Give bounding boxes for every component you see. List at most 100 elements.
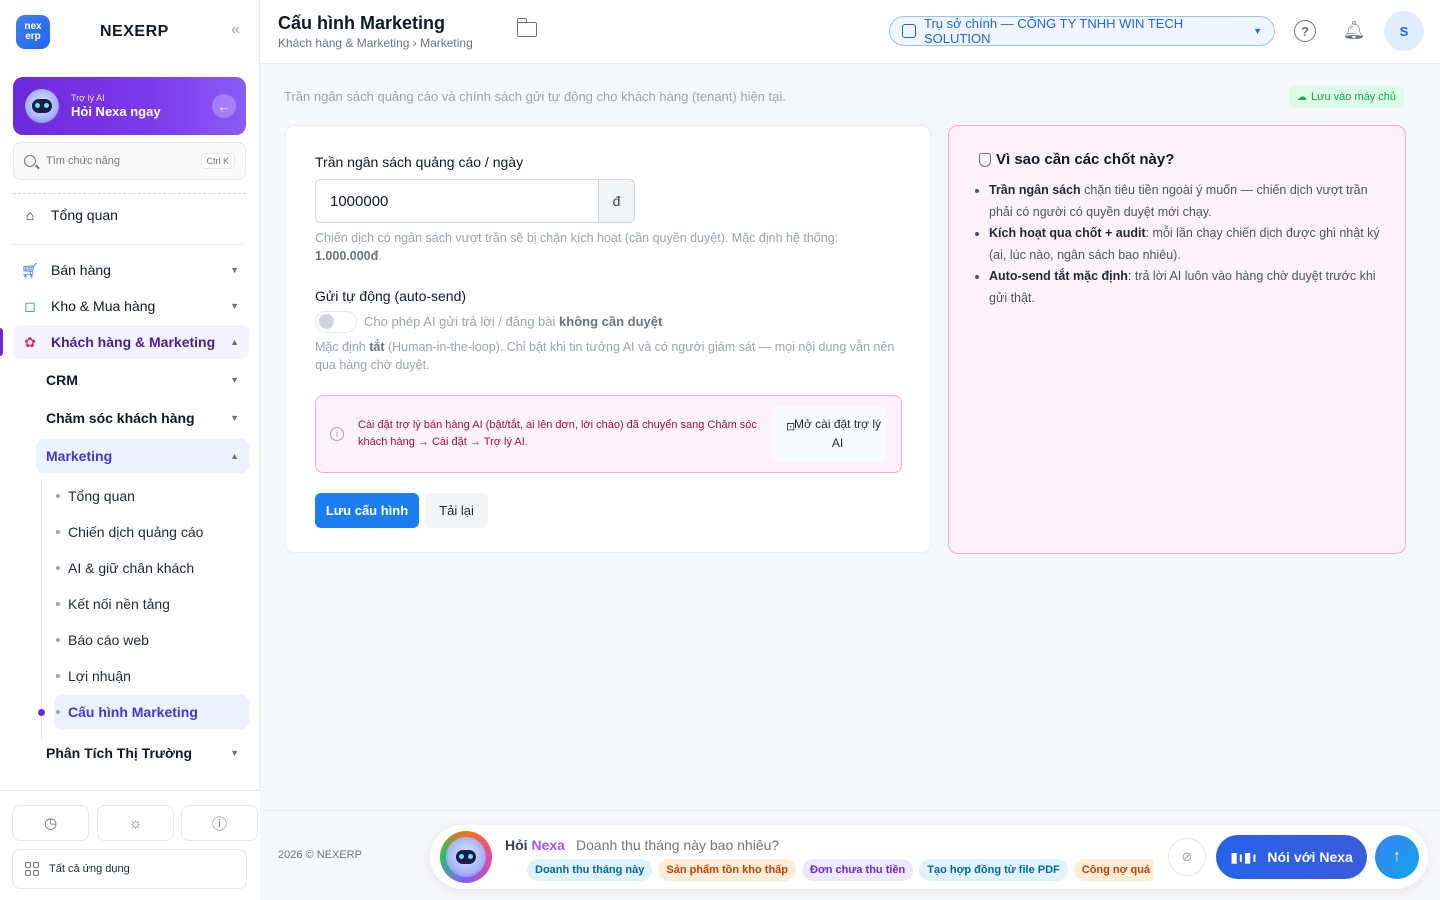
sidebar-leaf-overview[interactable]: Tổng quan [54, 479, 249, 513]
divider [13, 193, 246, 194]
ask-label: Hỏi Nexa [505, 837, 565, 853]
sidebar-item-inventory[interactable]: ◻ Kho & Mua hàng ▼ [13, 289, 249, 323]
suggestion-chip[interactable]: Tạo hợp đồng từ file PDF [919, 859, 1068, 881]
sidebar-subitem-customer-care[interactable]: Chăm sóc khách hàng ▼ [36, 401, 249, 435]
shield-icon [979, 152, 991, 167]
building-icon [902, 24, 916, 38]
tenant-label: Trụ sở chính — CÔNG TY TNHH WIN TECH SOL… [924, 16, 1184, 46]
alert-button[interactable]: ⓘ [181, 805, 258, 841]
sidebar-subitem-crm[interactable]: CRM ▼ [36, 363, 249, 397]
sidebar-leaf-ai-retention[interactable]: AI & giữ chân khách [54, 551, 249, 585]
why-item: Auto-send tắt mặc định: trả lời AI luôn … [989, 266, 1389, 309]
ai-small-label: Trợ lý AI [71, 93, 105, 103]
bell-icon[interactable]: 🔔︎ [1343, 18, 1366, 42]
send-arrow-icon[interactable]: ↑ [1375, 835, 1419, 879]
arrow-left-icon[interactable]: ← [212, 94, 236, 118]
ai-assistant-card[interactable]: Trợ lý AI Hỏi Nexa ngay ← [13, 77, 246, 135]
toggle-text: Cho phép AI gửi trả lời / đăng bài [364, 314, 556, 329]
sidebar-subitem-marketing[interactable]: Marketing ▲ [36, 439, 249, 473]
ask-input[interactable] [576, 837, 876, 853]
sidebar-item-sales[interactable]: 🛒︎ Bán hàng ▼ [13, 253, 249, 287]
search-input[interactable] [46, 155, 196, 167]
why-item: Kích hoạt qua chốt + audit: mỗi lần chạy… [989, 223, 1389, 266]
collapse-sidebar-icon[interactable]: « [231, 21, 240, 39]
notice-box: i Cài đặt trợ lý bán hàng AI (bật/tắt, a… [315, 395, 902, 473]
sidebar-leaf-platform-connect[interactable]: Kết nối nền tảng [54, 587, 249, 621]
autosend-label: Gửi tự động (auto-send) [315, 288, 467, 304]
suggestion-chip[interactable]: Công nợ quá hạn [1073, 859, 1153, 881]
page-title: Cấu hình Marketing [278, 13, 446, 33]
chevron-down-icon: ▼ [230, 375, 239, 385]
tree-line [41, 480, 42, 740]
sidebar-leaf-web-report[interactable]: Báo cáo web [54, 623, 249, 657]
sidebar-bottom: ◷ ☼ ⓘ Tất cả ứng dụng [0, 790, 260, 900]
waveform-icon: ▮ı▮ı [1230, 848, 1258, 865]
open-ai-settings-button[interactable]: ⊡ Mở cài đặt trợ lý AI [772, 406, 887, 462]
paperclip-icon[interactable]: ⊘ [1168, 838, 1206, 876]
copyright: 2026 © NEXERP [278, 849, 362, 861]
sidebar-leaf-profit[interactable]: Lợi nhuận [54, 659, 249, 693]
robot-avatar-icon[interactable] [440, 831, 492, 883]
why-panel: Vì sao cần các chốt này? Trần ngân sách … [948, 125, 1406, 554]
budget-default: 1.000.000đ [315, 249, 379, 263]
autosend-help: Mặc định tắt (Human-in-the-loop). Chỉ bậ… [315, 338, 905, 374]
sidebar-item-customers-marketing[interactable]: ✿ Khách hàng & Marketing ▲ [13, 325, 249, 359]
budget-help-text: Chiến dịch có ngân sách vượt trần sẽ bị … [315, 231, 839, 245]
talk-label: Nói với Nexa [1267, 849, 1353, 865]
autosend-toggle[interactable] [315, 311, 357, 333]
info-icon: i [330, 427, 344, 441]
chevron-down-icon: ▼ [230, 265, 239, 275]
sidebar-item-label: Marketing [46, 448, 113, 464]
sidebar-item-overview[interactable]: ⌂ Tổng quan [13, 198, 249, 232]
breadcrumb: Khách hàng & Marketing › Marketing [278, 36, 473, 50]
home-icon: ⌂ [25, 207, 35, 223]
chevron-up-icon: ▲ [230, 451, 239, 461]
brand[interactable]: nex erp NEXERP « [16, 15, 246, 49]
budget-label: Trần ngân sách quảng cáo / ngày [315, 154, 524, 170]
autosend-toggle-label: Cho phép AI gửi trả lời / đăng bài không… [364, 314, 662, 329]
sidebar-subitem-market-analysis[interactable]: Phân Tích Thị Trường ▼ [36, 736, 249, 770]
suggestion-chip[interactable]: Doanh thu tháng này [527, 859, 653, 881]
search-box[interactable]: Ctrl K [13, 142, 246, 180]
tenant-selector[interactable]: Trụ sở chính — CÔNG TY TNHH WIN TECH SOL… [889, 16, 1275, 46]
budget-field[interactable]: đ [315, 179, 635, 223]
autosend-help-post: (Human-in-the-loop). Chỉ bật khi tin tưở… [315, 340, 895, 372]
chevron-down-icon: ▼ [1253, 26, 1263, 36]
suggestion-chips: Doanh thu tháng này Sản phẩm tồn kho thấ… [527, 859, 1153, 881]
alert-icon: ⓘ [211, 815, 227, 833]
logo-text-bottom: erp [25, 31, 41, 42]
sidebar-item-label: Kho & Mua hàng [51, 298, 156, 314]
sidebar-leaf-ad-campaigns[interactable]: Chiến dịch quảng cáo [54, 515, 249, 549]
theme-button[interactable]: ☼ [97, 805, 174, 841]
cart-icon: 🛒︎ [21, 261, 39, 278]
help-icon[interactable]: ? [1294, 20, 1316, 42]
suggestion-chip[interactable]: Đơn chưa thu tiền [802, 859, 914, 881]
bot-icon: ⊡ [786, 421, 796, 433]
toggle-knob [319, 314, 334, 329]
save-badge-label: Lưu vào máy chủ [1311, 91, 1397, 103]
shortcut-badge: Ctrl K [200, 153, 235, 169]
autosend-help-bold: tắt [369, 340, 385, 354]
ask-nexa-bar: Hỏi Nexa Doanh thu tháng này Sản phẩm tồ… [430, 825, 1428, 889]
sidebar-leaf-marketing-config[interactable]: Cấu hình Marketing [54, 695, 249, 729]
active-dot [38, 709, 45, 716]
open-ai-settings-label: Mở cài đặt trợ lý AI [793, 417, 882, 450]
all-apps-button[interactable]: Tất cả ứng dụng [12, 849, 247, 889]
user-avatar[interactable]: S [1384, 11, 1424, 51]
folder-icon[interactable] [516, 18, 537, 37]
why-item: Trần ngân sách chặn tiêu tiền ngoài ý mu… [989, 180, 1389, 223]
config-card: Trần ngân sách quảng cáo / ngày đ Chiến … [285, 125, 931, 553]
active-indicator [0, 328, 3, 356]
users-icon: ✿ [24, 333, 36, 350]
save-to-server-badge: ☁ Lưu vào máy chủ [1289, 86, 1405, 108]
currency-unit: đ [598, 180, 634, 222]
talk-to-nexa-button[interactable]: ▮ı▮ı Nói với Nexa [1216, 835, 1367, 879]
sidebar-item-label: Chăm sóc khách hàng [46, 410, 195, 426]
suggestion-chip[interactable]: Sản phẩm tồn kho thấp [658, 859, 797, 881]
budget-input[interactable] [316, 180, 598, 222]
reload-button[interactable]: Tải lại [425, 493, 488, 528]
history-button[interactable]: ◷ [12, 805, 89, 841]
toggle-text-bold: không cần duyệt [559, 314, 663, 329]
sun-icon: ☼ [128, 814, 143, 832]
save-config-button[interactable]: Lưu cấu hình [315, 493, 419, 528]
